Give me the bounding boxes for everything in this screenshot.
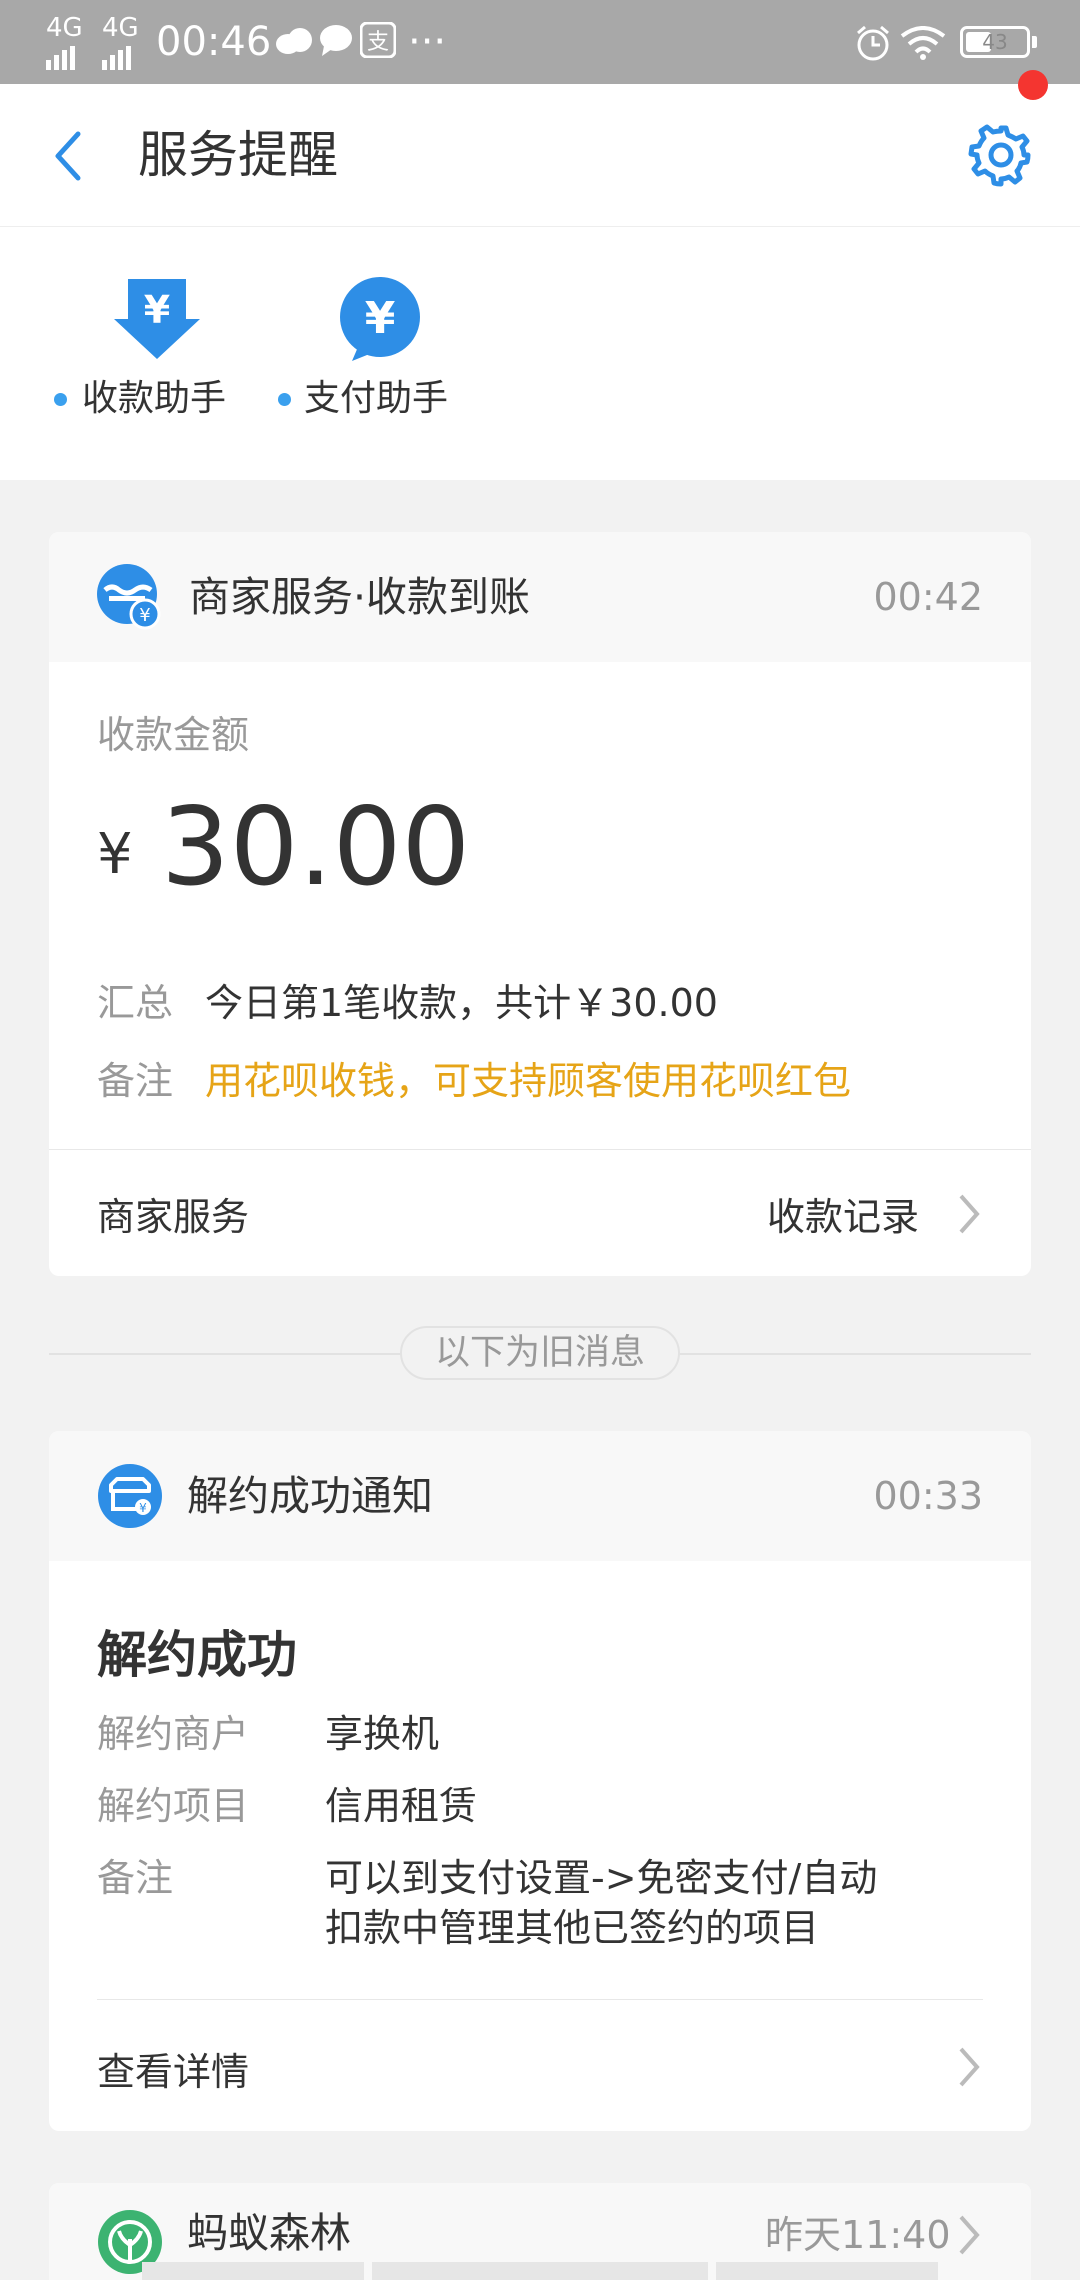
card-header: ¥ 商家服务·收款到账 00:42 <box>49 532 1031 662</box>
nav-hint-bar <box>142 2262 364 2280</box>
cloud-icon <box>274 24 314 60</box>
battery-percent: 43 <box>982 30 1008 54</box>
chat-bubble-icon <box>318 22 356 64</box>
row-label: 备注 <box>97 1856 174 1900</box>
nav-hint-bar <box>716 2262 938 2280</box>
yen-bubble-icon: ¥ <box>338 277 422 365</box>
note-value: 用花呗收钱，可支持顾客使用花呗红包 <box>205 1059 852 1103</box>
signal-bars-icon <box>102 46 132 74</box>
old-messages-divider: 以下为旧消息 <box>400 1326 680 1380</box>
card-source: 解约成功通知 <box>187 1472 433 1520</box>
currency-symbol: ¥ <box>97 822 133 887</box>
payment-records-link[interactable]: 收款记录 <box>767 1186 919 1241</box>
svg-text:¥: ¥ <box>139 1501 147 1515</box>
battery-tip <box>1032 36 1037 48</box>
merchant-service-icon: ¥ <box>97 564 163 634</box>
row-label: 解约商户 <box>97 1712 250 1756</box>
row-value-line: 可以到支付设置->免密支付/自动 <box>325 1856 878 1900</box>
note-label: 备注 <box>97 1059 174 1103</box>
card-divider <box>49 1149 1031 1150</box>
amount-label: 收款金额 <box>97 713 250 757</box>
card-time: 00:42 <box>873 575 983 619</box>
svg-text:¥: ¥ <box>139 605 150 626</box>
back-arrow-icon[interactable] <box>48 128 88 188</box>
card-time: 00:33 <box>873 1474 983 1518</box>
nav-hint-bar <box>372 2262 708 2280</box>
chevron-right-icon <box>957 2213 981 2261</box>
card-source: 蚂蚁森林 <box>187 2209 351 2257</box>
chevron-right-icon <box>957 2045 981 2093</box>
assistant-bar: ¥ 收款助手 ¥ 支付助手 <box>0 227 1080 480</box>
payment-receive-assistant[interactable]: ¥ 收款助手 <box>40 227 240 480</box>
svg-text:¥: ¥ <box>144 288 170 332</box>
cancellation-card[interactable]: ¥ 解约成功通知 00:33 解约成功 解约商户 享换机 解约项目 信用租赁 备… <box>49 1431 1031 2131</box>
svg-text:支: 支 <box>367 30 389 55</box>
notification-dot <box>1018 70 1048 100</box>
payment-pay-assistant[interactable]: ¥ 支付助手 <box>262 227 482 480</box>
more-notifications: ··· <box>408 19 447 65</box>
summary-label: 汇总 <box>97 981 174 1025</box>
alarm-icon <box>854 24 892 66</box>
svg-text:¥: ¥ <box>365 293 396 344</box>
store-icon: ¥ <box>97 1463 163 1533</box>
gear-icon[interactable] <box>966 120 1036 194</box>
row-value: 信用租赁 <box>325 1784 478 1828</box>
alipay-icon: 支 <box>359 21 397 62</box>
wifi-icon <box>900 26 946 64</box>
chevron-right-icon <box>957 1192 981 1240</box>
battery-icon: 43 <box>960 26 1030 58</box>
signal-bars-icon <box>46 46 76 74</box>
status-bar: 4G 4G 00:46 支 ··· 43 <box>0 0 1080 84</box>
row-value: 享换机 <box>325 1712 440 1756</box>
page-header: 服务提醒 <box>0 70 1080 227</box>
card-header: ¥ 解约成功通知 00:33 <box>49 1431 1031 1561</box>
card-divider <box>97 1999 983 2000</box>
download-yen-icon: ¥ <box>114 279 200 363</box>
merchant-service-link[interactable]: 商家服务 <box>97 1186 249 1241</box>
row-value-line: 扣款中管理其他已签约的项目 <box>325 1906 820 1950</box>
card-source: 商家服务·收款到账 <box>189 573 531 621</box>
assistant-label: 收款助手 <box>82 378 227 419</box>
bullet-dot <box>278 393 291 406</box>
cancel-title: 解约成功 <box>97 1626 297 1684</box>
assistant-label: 支付助手 <box>304 378 449 419</box>
view-details-link[interactable]: 查看详情 <box>97 2041 249 2096</box>
payment-received-card[interactable]: ¥ 商家服务·收款到账 00:42 收款金额 ¥ 30.00 汇总 今日第1笔收… <box>49 532 1031 1276</box>
row-label: 解约项目 <box>97 1784 250 1828</box>
status-time: 00:46 <box>156 19 272 65</box>
amount-value: 30.00 <box>161 785 471 910</box>
summary-value: 今日第1笔收款，共计￥30.00 <box>205 981 718 1025</box>
page-title: 服务提醒 <box>138 126 338 184</box>
card-time: 昨天11:40 <box>765 2213 951 2257</box>
bullet-dot <box>54 393 67 406</box>
